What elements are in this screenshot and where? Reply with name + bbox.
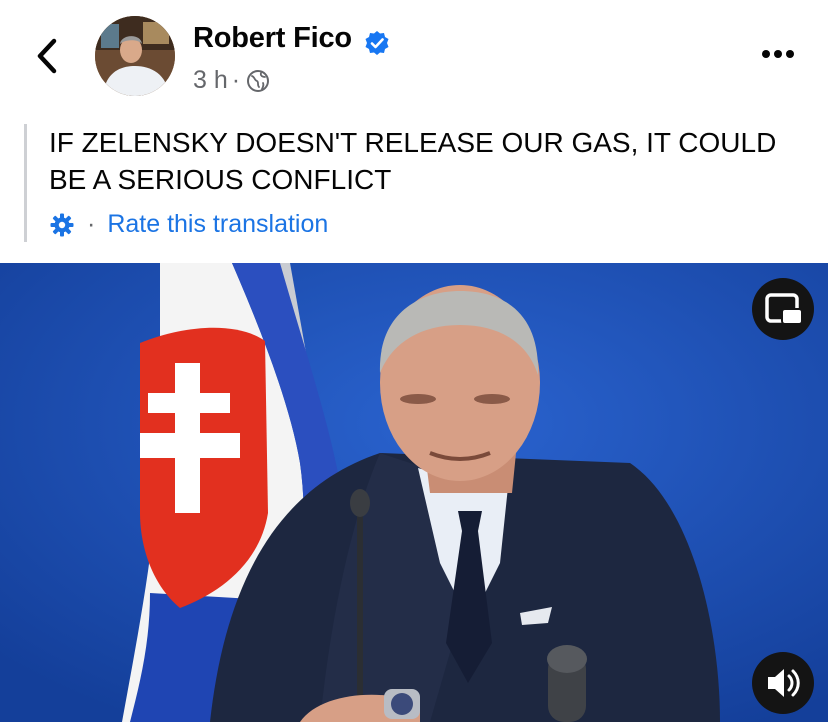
- picture-in-picture-icon: [765, 293, 803, 325]
- verified-badge-icon: [365, 31, 389, 55]
- translation-separator: ·: [87, 210, 96, 238]
- volume-button[interactable]: [752, 652, 814, 714]
- post-video[interactable]: [0, 263, 828, 722]
- post-time[interactable]: 3 h: [193, 66, 228, 95]
- globe-icon: [247, 69, 270, 92]
- video-frame: [0, 263, 828, 722]
- post-text: IF ZELENSKY DOESN'T RELEASE OUR GAS, IT …: [49, 127, 777, 195]
- avatar[interactable]: [95, 16, 175, 96]
- post-header: Robert Fico 3 h ·: [0, 0, 828, 110]
- translation-row: · Rate this translation: [49, 210, 328, 239]
- author-name[interactable]: Robert Fico: [193, 22, 352, 55]
- meta-separator: ·: [231, 66, 241, 94]
- picture-in-picture-button[interactable]: [752, 278, 814, 340]
- volume-icon: [768, 669, 800, 697]
- post-meta: 3 h ·: [193, 66, 270, 95]
- post-body: IF ZELENSKY DOESN'T RELEASE OUR GAS, IT …: [24, 124, 817, 242]
- chevron-left-icon[interactable]: [30, 36, 64, 76]
- more-horizontal-icon[interactable]: [758, 40, 798, 68]
- gear-icon[interactable]: [49, 212, 75, 238]
- rate-translation-link[interactable]: Rate this translation: [107, 210, 328, 239]
